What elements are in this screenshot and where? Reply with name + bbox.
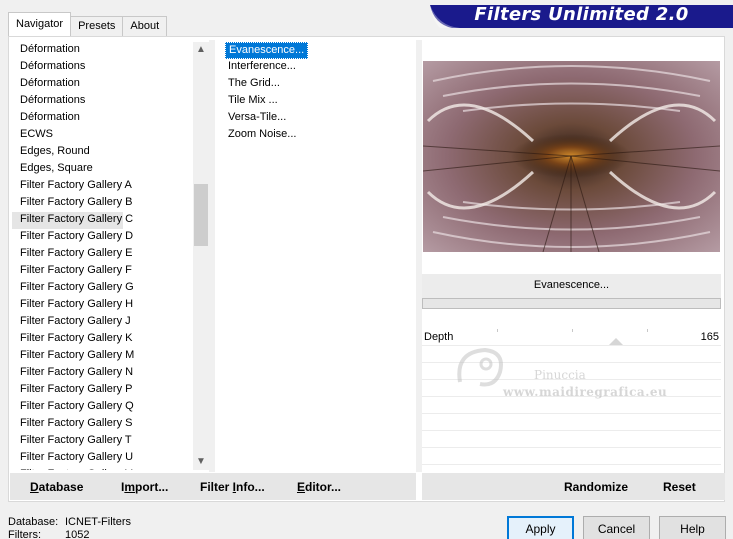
left-button-bar: Database Import... Filter Info... Editor…	[10, 473, 416, 500]
scroll-up-arrow-icon[interactable]: ▲	[193, 42, 209, 58]
tunnel-preview	[423, 61, 720, 252]
category-item[interactable]: Filter Factory Gallery C	[12, 212, 133, 229]
param-label: Depth	[424, 331, 454, 343]
cancel-button[interactable]: Cancel	[583, 516, 650, 539]
filter-item[interactable]: Evanescence...	[225, 42, 309, 59]
filter-item[interactable]: Versa-Tile...	[225, 110, 289, 127]
help-button[interactable]: Help	[659, 516, 726, 539]
category-item[interactable]: Edges, Round	[12, 144, 192, 161]
status-database-value: ICNET-Filters	[65, 516, 131, 528]
banner-title: Filters Unlimited 2.0	[474, 4, 689, 25]
scroll-down-arrow-icon[interactable]: ▼	[193, 454, 209, 470]
category-item[interactable]: Filter Factory Gallery U	[12, 450, 192, 467]
watermark: Pinuccia www.maidiregrafica.eu	[450, 342, 680, 402]
current-filter-name: Evanescence...	[422, 274, 721, 298]
category-item[interactable]: Filter Factory Gallery B	[12, 195, 192, 212]
watermark-logo-icon	[457, 347, 503, 387]
status-filters-label: Filters:	[8, 529, 41, 539]
randomize-button[interactable]: Randomize	[564, 480, 628, 494]
category-item[interactable]: Filter Factory Gallery F	[12, 263, 192, 280]
tab-about[interactable]: About	[122, 16, 168, 36]
tab-navigator[interactable]: Navigator	[8, 12, 72, 36]
category-item[interactable]: Filter Factory Gallery N	[12, 365, 192, 382]
category-item[interactable]: Filter Factory Gallery T	[12, 433, 192, 450]
category-item[interactable]: Filter Factory Gallery E	[12, 246, 192, 263]
reset-button[interactable]: Reset	[663, 480, 696, 494]
param-row-empty	[422, 414, 721, 431]
category-item[interactable]: Filter Factory Gallery J	[12, 314, 192, 331]
category-item[interactable]: Filter Factory Gallery A	[12, 178, 192, 195]
title-banner: Filters Unlimited 2.0	[430, 0, 733, 28]
category-item[interactable]: Déformations	[12, 59, 192, 76]
tab-presets[interactable]: Presets	[70, 16, 124, 36]
category-item[interactable]: Edges, Square	[12, 161, 192, 178]
param-row-empty	[422, 448, 721, 465]
category-item[interactable]: Filter Factory Gallery G	[12, 280, 192, 297]
category-item[interactable]: Filter Factory Gallery K	[12, 331, 192, 348]
panel-divider	[209, 40, 215, 472]
category-item[interactable]: Filter Factory Gallery H	[12, 297, 192, 314]
category-item[interactable]: Filter Factory Gallery D	[12, 229, 192, 246]
category-item[interactable]: Filter Factory Gallery P	[12, 382, 192, 399]
filter-item[interactable]: Tile Mix ...	[225, 93, 281, 110]
category-item[interactable]: Déformations	[12, 93, 192, 110]
filter-item[interactable]: Interference...	[225, 59, 299, 76]
status-area: Database: ICNET-Filters Filters: 1052	[8, 516, 131, 539]
apply-button[interactable]: Apply	[507, 516, 574, 539]
status-database-label: Database:	[8, 516, 59, 528]
category-item[interactable]: Filter Factory Gallery Q	[12, 399, 192, 416]
category-item[interactable]: Filter Factory Gallery S	[12, 416, 192, 433]
filter-list[interactable]: Evanescence... Interference... The Grid...…	[225, 42, 410, 144]
param-row-empty	[422, 431, 721, 448]
slider-tick	[497, 329, 498, 332]
database-button[interactable]: Database	[30, 480, 83, 494]
right-button-bar: Randomize Reset	[422, 473, 725, 500]
status-filters-value: 1052	[65, 529, 90, 539]
preview-image	[423, 61, 720, 252]
category-item[interactable]: ECWS	[12, 127, 192, 144]
filter-item[interactable]: Zoom Noise...	[225, 127, 299, 144]
param-value: 165	[700, 331, 719, 343]
category-list[interactable]: Déformation Déformations Déformation Déform…	[12, 42, 192, 470]
category-item[interactable]: Déformation	[12, 42, 192, 59]
category-item[interactable]: Filter Factory Gallery V	[12, 467, 192, 470]
category-item[interactable]: Déformation	[12, 76, 192, 93]
slider-tick	[572, 329, 573, 332]
slider-tick	[647, 329, 648, 332]
filter-item[interactable]: The Grid...	[225, 76, 283, 93]
tab-strip: Navigator Presets About	[8, 12, 168, 36]
category-item[interactable]: Filter Factory Gallery M	[12, 348, 192, 365]
filter-info-button[interactable]: Filter Info...	[200, 480, 265, 494]
scroll-thumb[interactable]	[194, 184, 208, 246]
watermark-url: www.maidiregrafica.eu	[503, 385, 668, 399]
category-item[interactable]: Déformation	[12, 110, 192, 127]
category-scrollbar[interactable]: ▲ ▼	[193, 42, 209, 470]
import-button[interactable]: Import...	[121, 480, 168, 494]
editor-button[interactable]: Editor...	[297, 480, 341, 494]
watermark-name: Pinuccia	[534, 368, 586, 382]
progress-bar	[422, 298, 721, 309]
